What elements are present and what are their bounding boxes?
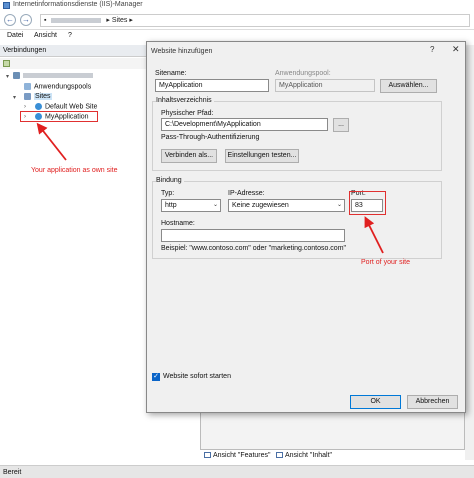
breadcrumb-separator: ▸ (129, 17, 133, 24)
close-icon[interactable]: ✕ (452, 44, 460, 55)
chevron-down-icon: ⌄ (336, 202, 342, 208)
app-pool-label: Anwendungspool: (275, 70, 331, 77)
arrow-to-myapplication (36, 122, 67, 161)
status-bar: Bereit (0, 465, 474, 478)
app-pools-icon (24, 83, 31, 90)
hostname-example: Beispiel: "www.contoso.com" oder "market… (161, 245, 347, 252)
breadcrumb[interactable]: ▪ ▸ Sites ▸ (40, 14, 470, 27)
connections-title: Verbindungen (3, 47, 47, 54)
physical-path-field[interactable]: C:\Development\MyApplication (161, 118, 328, 131)
annotation-port: Port of your site (361, 259, 411, 266)
tab-content-view[interactable]: Ansicht "Inhalt" (276, 452, 332, 459)
status-text: Bereit (3, 469, 22, 476)
chevron-down-icon: ⌄ (212, 202, 218, 208)
back-arrow-icon[interactable]: ← (4, 14, 16, 26)
connect-as-button[interactable]: Verbinden als... (161, 149, 217, 163)
feature-view-area (200, 412, 465, 450)
hostname-label: Hostname: (161, 220, 195, 227)
hostname-field[interactable] (161, 229, 345, 242)
collapse-sites-icon[interactable]: ▾ (13, 94, 16, 101)
annotation-highlight-port (349, 191, 386, 215)
content-directory-title: Inhaltsverzeichnis (156, 97, 214, 104)
select-app-pool-button[interactable]: Auswählen... (380, 79, 437, 93)
iis-app-icon (3, 2, 10, 9)
window-titlebar: Internetinformationsdienste (IIS)-Manage… (0, 0, 474, 11)
site-name-field[interactable]: MyApplication (155, 79, 269, 92)
annotation-own-site: Your application as own site (31, 167, 118, 174)
start-now-label: Website sofort starten (163, 373, 231, 380)
address-bar: ← → ▪ ▸ Sites ▸ (0, 11, 474, 30)
physical-path-label: Physischer Pfad: (161, 110, 214, 117)
breadcrumb-separator: ▸ (106, 17, 110, 24)
type-value: http (165, 202, 177, 209)
redacted-server-name (51, 17, 102, 23)
content-view-icon (276, 452, 283, 459)
binding-title: Bindung (156, 177, 184, 184)
annotation-highlight-myapplication (20, 111, 98, 122)
redacted-server-name (23, 73, 93, 78)
globe-icon (35, 103, 42, 110)
cancel-button[interactable]: Abbrechen (407, 395, 458, 409)
server-icon: ▪ (44, 17, 47, 24)
ip-address-label: IP-Adresse: (228, 190, 265, 197)
site-name-label: Sitename: (155, 70, 187, 77)
collapse-server-icon[interactable]: ▾ (6, 73, 9, 80)
window-title: Internetinformationsdienste (IIS)-Manage… (13, 1, 143, 8)
expand-default-site-icon[interactable]: › (24, 104, 26, 110)
type-label: Typ: (161, 190, 175, 197)
features-view-icon (204, 452, 211, 459)
start-now-checkbox[interactable]: ✓ (152, 373, 160, 381)
tab-features-view[interactable]: Ansicht "Features" (204, 452, 271, 459)
tree-server[interactable] (13, 72, 93, 79)
tree-default-web-site[interactable]: Default Web Site (35, 103, 97, 110)
forward-arrow-icon[interactable]: → (20, 14, 32, 26)
connections-toolbar (0, 58, 147, 69)
view-tabs: Ansicht "Features" Ansicht "Inhalt" (200, 450, 465, 462)
menu-help[interactable]: ? (68, 32, 72, 39)
type-select[interactable]: http ⌄ (161, 199, 221, 212)
dialog-title: Website hinzufügen (151, 48, 213, 55)
server-icon (13, 72, 20, 79)
test-settings-button[interactable]: Einstellungen testen... (225, 149, 299, 163)
help-icon[interactable]: ? (430, 45, 434, 54)
menu-view[interactable]: Ansicht (34, 32, 57, 39)
browse-path-button[interactable]: ... (333, 118, 349, 132)
passthrough-auth-label: Pass-Through-Authentifizierung (161, 134, 260, 141)
menu-file[interactable]: Datei (7, 32, 23, 39)
app-pool-field: MyApplication (275, 79, 375, 92)
ip-address-value: Keine zugewiesen (232, 202, 289, 209)
breadcrumb-sites[interactable]: Sites (112, 17, 128, 24)
connections-header: Verbindungen (0, 45, 147, 57)
sites-folder-icon (24, 93, 31, 100)
connect-icon[interactable] (3, 60, 10, 67)
tree-app-pools[interactable]: Anwendungspools (24, 83, 91, 90)
ip-address-select[interactable]: Keine zugewiesen ⌄ (228, 199, 345, 212)
ok-button[interactable]: OK (350, 395, 401, 409)
tree-sites[interactable]: Sites (24, 93, 52, 101)
